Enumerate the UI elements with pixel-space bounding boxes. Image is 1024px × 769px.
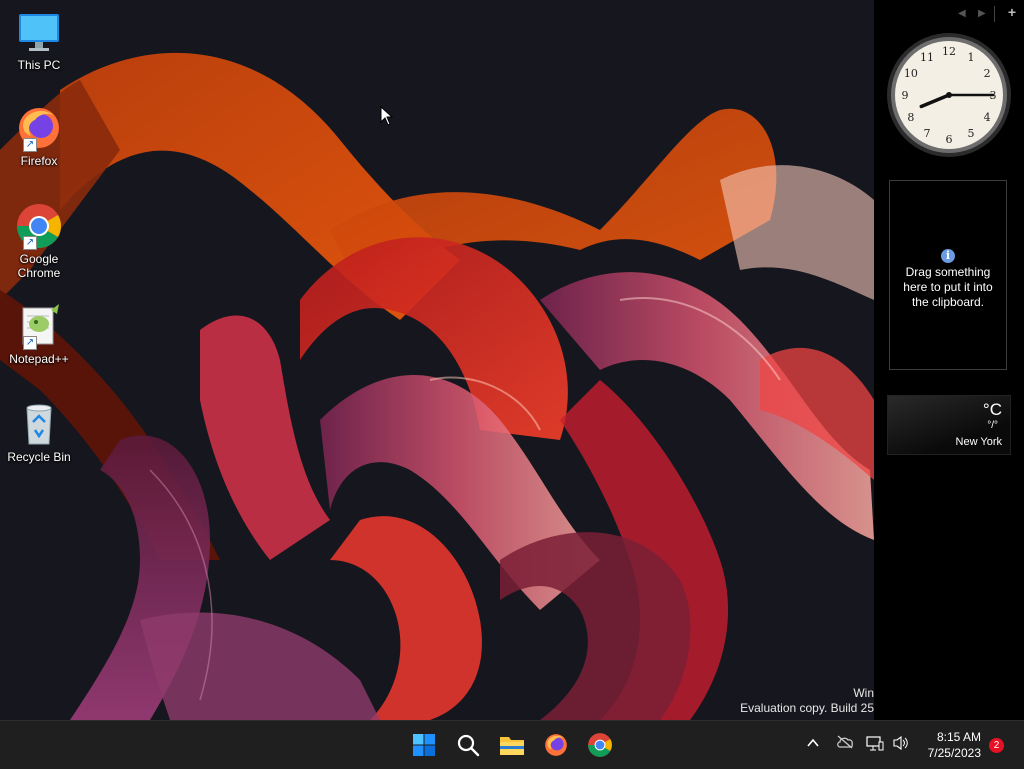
weather-range: °/° (987, 420, 998, 431)
clock-numeral: 9 (902, 89, 909, 102)
search-button[interactable] (452, 729, 484, 761)
clock-numeral: 5 (968, 127, 975, 140)
clock-numeral: 6 (946, 133, 953, 146)
file-explorer-button[interactable] (496, 729, 528, 761)
clock-numeral: 4 (984, 111, 991, 124)
sidebar-add-gadget-button[interactable]: + (1008, 4, 1016, 20)
desktop-icon-label: Notepad++ (9, 352, 69, 366)
firefox-icon (545, 734, 567, 756)
desktop-icon-notepadpp[interactable]: ↗ Notepad++ (4, 302, 74, 366)
sidebar-prev-button[interactable]: ◀ (958, 8, 966, 19)
weather-temperature: °C (982, 400, 1002, 419)
desktop-icon-recycle-bin[interactable]: Recycle Bin (4, 400, 74, 464)
firefox-taskbar-button[interactable] (540, 729, 572, 761)
desktop-icon-label: Recycle Bin (7, 450, 71, 464)
clipboard-message: Drag something here to put it into the c… (903, 265, 993, 309)
desktop-icon-firefox[interactable]: ↗ Firefox (4, 104, 74, 168)
clock-numeral: 12 (942, 45, 956, 58)
network-icon[interactable] (866, 735, 884, 754)
sidebar-divider (994, 6, 995, 22)
taskbar-clock[interactable]: 8:15 AM 7/25/2023 (928, 729, 981, 761)
clock-numeral: 8 (907, 111, 914, 124)
chrome-icon (588, 733, 612, 757)
weather-city: New York (955, 436, 1002, 448)
search-icon (457, 734, 480, 757)
watermark-line1: Win (853, 686, 874, 700)
chrome-icon: ↗ (15, 202, 63, 250)
clipboard-gadget[interactable]: i Drag something here to put it into the… (889, 180, 1007, 370)
notepadpp-icon: ↗ (15, 302, 63, 350)
taskbar: 8:15 AM 7/25/2023 2 (0, 720, 1024, 769)
tray-overflow-chevron-icon[interactable] (806, 736, 820, 753)
chrome-taskbar-button[interactable] (584, 729, 616, 761)
weather-gadget[interactable]: °C °/° New York (887, 395, 1011, 455)
onedrive-offline-icon[interactable] (836, 735, 854, 752)
gadget-sidebar: ◀ ▶ + 121234567891011 i Drag something h… (874, 0, 1024, 720)
start-button[interactable] (408, 729, 440, 761)
desktop-wallpaper (0, 0, 874, 720)
desktop-icon-chrome[interactable]: ↗ Google Chrome (4, 202, 74, 280)
taskbar-time: 8:15 AM (936, 730, 981, 744)
shortcut-arrow-icon: ↗ (23, 236, 37, 250)
desktop-icon-label: Google Chrome (17, 252, 61, 280)
clock-numeral: 1 (968, 51, 975, 64)
clock-numeral: 7 (924, 127, 931, 140)
shortcut-arrow-icon: ↗ (23, 336, 37, 350)
notification-badge[interactable]: 2 (989, 738, 1004, 753)
clock-numeral: 11 (920, 51, 934, 64)
desktop-icon-this-pc[interactable]: This PC (4, 8, 74, 72)
desktop-icon-label: This PC (17, 58, 61, 72)
file-explorer-icon (500, 737, 524, 755)
clock-gadget[interactable]: 121234567891011 (886, 32, 1012, 158)
sidebar-next-button[interactable]: ▶ (978, 8, 986, 19)
clock-numeral: 2 (984, 67, 991, 80)
computer-icon (15, 8, 63, 56)
desktop-icon-label: Firefox (20, 154, 58, 168)
start-icon (413, 734, 435, 756)
mouse-cursor-icon (380, 105, 394, 131)
shortcut-arrow-icon: ↗ (23, 138, 37, 152)
watermark-line2: Evaluation copy. Build 25 (740, 701, 874, 715)
info-icon: i (941, 249, 955, 263)
clock-numeral: 10 (904, 67, 918, 80)
firefox-icon: ↗ (15, 104, 63, 152)
taskbar-date: 7/25/2023 (927, 746, 981, 760)
recycle-bin-icon (15, 400, 63, 448)
volume-icon[interactable] (892, 735, 910, 754)
